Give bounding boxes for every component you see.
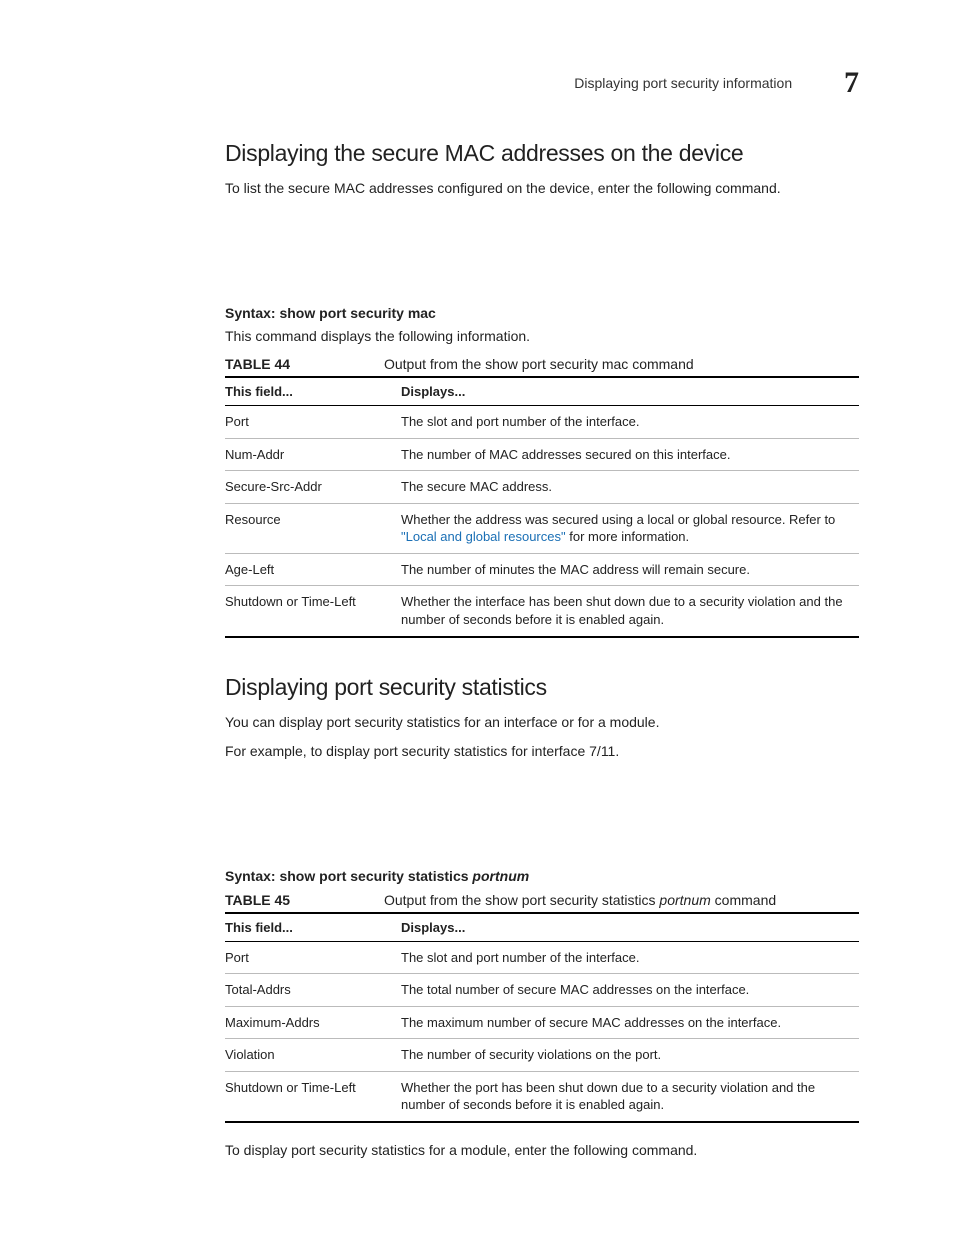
cell-field: Maximum-Addrs xyxy=(225,1006,401,1039)
section2-syntax: Syntax: show port security statistics po… xyxy=(225,868,859,884)
section1-intro: To list the secure MAC addresses configu… xyxy=(225,179,859,199)
table-row: Maximum-Addrs The maximum number of secu… xyxy=(225,1006,859,1039)
caption-post: command xyxy=(711,892,776,908)
syntax-command: show port security statistics xyxy=(279,868,468,884)
caption-pre: Output from the show port security stati… xyxy=(384,892,659,908)
table45-caption: TABLE 45 Output from the show port secur… xyxy=(225,892,859,908)
section2-intro1: You can display port security statistics… xyxy=(225,713,859,733)
syntax-command: show port security mac xyxy=(279,305,435,321)
table-row: Secure-Src-Addr The secure MAC address. xyxy=(225,471,859,504)
cell-field: Port xyxy=(225,941,401,974)
table-row: Port The slot and port number of the int… xyxy=(225,941,859,974)
table44: This field... Displays... Port The slot … xyxy=(225,376,859,637)
spacer xyxy=(225,209,859,299)
table-row: Resource Whether the address was secured… xyxy=(225,503,859,553)
cell-displays: The slot and port number of the interfac… xyxy=(401,941,859,974)
cell-displays: The slot and port number of the interfac… xyxy=(401,406,859,439)
cell-displays: The number of security violations on the… xyxy=(401,1039,859,1072)
cell-displays: Whether the port has been shut down due … xyxy=(401,1071,859,1122)
cell-displays: The maximum number of secure MAC address… xyxy=(401,1006,859,1039)
table45-caption-text: Output from the show port security stati… xyxy=(384,892,776,908)
table45-label: TABLE 45 xyxy=(225,892,290,908)
cell-field: Total-Addrs xyxy=(225,974,401,1007)
cell-text-pre: Whether the address was secured using a … xyxy=(401,512,835,527)
section2-heading: Displaying port security statistics xyxy=(225,674,859,701)
header-section-title: Displaying port security information xyxy=(574,75,792,91)
cell-field: Num-Addr xyxy=(225,438,401,471)
cell-displays: The total number of secure MAC addresses… xyxy=(401,974,859,1007)
cell-field: Age-Left xyxy=(225,553,401,586)
cell-field: Shutdown or Time-Left xyxy=(225,1071,401,1122)
table44-th-field: This field... xyxy=(225,377,401,406)
cell-field: Violation xyxy=(225,1039,401,1072)
page: Displaying port security information 7 D… xyxy=(0,0,954,1235)
cell-displays: The number of MAC addresses secured on t… xyxy=(401,438,859,471)
table-row: Age-Left The number of minutes the MAC a… xyxy=(225,553,859,586)
page-content: Displaying the secure MAC addresses on t… xyxy=(225,140,859,1161)
table45-th-displays: Displays... xyxy=(401,913,859,942)
table44-caption-text: Output from the show port security mac c… xyxy=(384,356,694,372)
table45-th-field: This field... xyxy=(225,913,401,942)
table-row: Shutdown or Time-Left Whether the port h… xyxy=(225,1071,859,1122)
table-row: Port The slot and port number of the int… xyxy=(225,406,859,439)
cell-displays: The secure MAC address. xyxy=(401,471,859,504)
section1-syntax: Syntax: show port security mac xyxy=(225,305,859,321)
syntax-arg: portnum xyxy=(472,868,529,884)
header-chapter-number: 7 xyxy=(844,66,859,99)
table44-th-displays: Displays... xyxy=(401,377,859,406)
section2-intro2: For example, to display port security st… xyxy=(225,742,859,762)
cell-field: Resource xyxy=(225,503,401,553)
local-global-resources-link[interactable]: "Local and global resources" xyxy=(401,529,566,544)
spacer xyxy=(225,772,859,862)
section2-outro: To display port security statistics for … xyxy=(225,1141,859,1161)
table-row: Num-Addr The number of MAC addresses sec… xyxy=(225,438,859,471)
section1-heading: Displaying the secure MAC addresses on t… xyxy=(225,140,859,167)
cell-field: Port xyxy=(225,406,401,439)
section1-after-syntax: This command displays the following info… xyxy=(225,327,859,347)
table-row: Violation The number of security violati… xyxy=(225,1039,859,1072)
table-row: Shutdown or Time-Left Whether the interf… xyxy=(225,586,859,637)
syntax-label: Syntax: xyxy=(225,305,276,321)
cell-displays: Whether the interface has been shut down… xyxy=(401,586,859,637)
cell-displays: The number of minutes the MAC address wi… xyxy=(401,553,859,586)
cell-text-post: for more information. xyxy=(566,529,690,544)
table-row: Total-Addrs The total number of secure M… xyxy=(225,974,859,1007)
cell-displays: Whether the address was secured using a … xyxy=(401,503,859,553)
section2: Displaying port security statistics You … xyxy=(225,674,859,1161)
running-header: Displaying port security information 7 xyxy=(225,62,859,96)
table44-caption: TABLE 44 Output from the show port secur… xyxy=(225,356,859,372)
table44-label: TABLE 44 xyxy=(225,356,290,372)
syntax-label: Syntax: xyxy=(225,868,276,884)
caption-arg: portnum xyxy=(659,892,710,908)
cell-field: Shutdown or Time-Left xyxy=(225,586,401,637)
cell-field: Secure-Src-Addr xyxy=(225,471,401,504)
table45: This field... Displays... Port The slot … xyxy=(225,912,859,1123)
